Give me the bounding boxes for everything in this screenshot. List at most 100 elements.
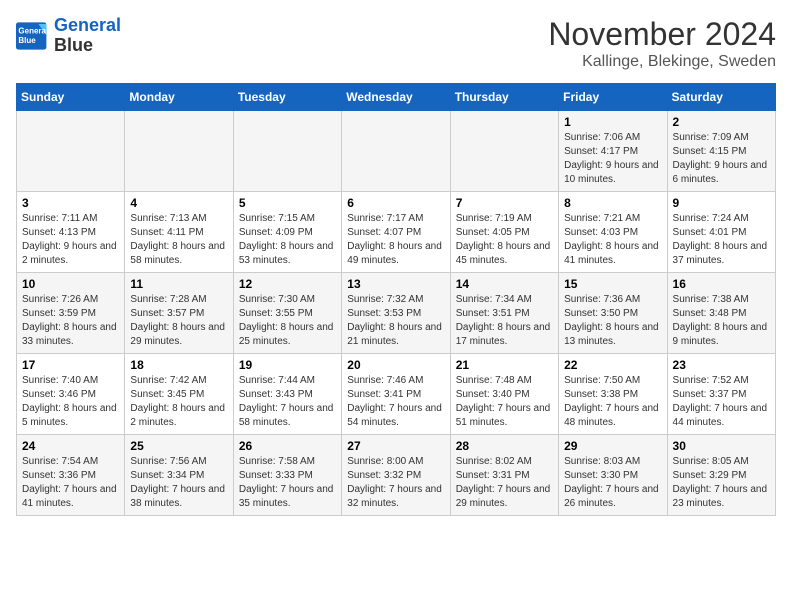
- day-number: 12: [239, 277, 336, 291]
- day-info: Sunrise: 7:52 AMSunset: 3:37 PMDaylight:…: [673, 374, 770, 430]
- day-number: 17: [22, 358, 119, 372]
- calendar-cell: 25 Sunrise: 7:56 AMSunset: 3:34 PMDayligh…: [125, 435, 233, 516]
- day-info: Sunrise: 7:30 AMSunset: 3:55 PMDaylight:…: [239, 293, 336, 349]
- calendar-cell: [125, 111, 233, 192]
- calendar-cell: 10 Sunrise: 7:26 AMSunset: 3:59 PMDayligh…: [17, 273, 125, 354]
- calendar-cell: 26 Sunrise: 7:58 AMSunset: 3:33 PMDayligh…: [233, 435, 341, 516]
- day-info: Sunrise: 7:09 AMSunset: 4:15 PMDaylight:…: [673, 131, 770, 187]
- day-info: Sunrise: 7:06 AMSunset: 4:17 PMDaylight:…: [564, 131, 661, 187]
- calendar-cell: 11 Sunrise: 7:28 AMSunset: 3:57 PMDayligh…: [125, 273, 233, 354]
- day-info: Sunrise: 7:28 AMSunset: 3:57 PMDaylight:…: [130, 293, 227, 349]
- calendar-cell: 15 Sunrise: 7:36 AMSunset: 3:50 PMDayligh…: [559, 273, 667, 354]
- day-info: Sunrise: 7:48 AMSunset: 3:40 PMDaylight:…: [456, 374, 553, 430]
- week-row-2: 3Sunrise: 7:11 AMSunset: 4:13 PMDaylight…: [17, 192, 776, 273]
- day-number: 6: [347, 196, 444, 210]
- weekday-wednesday: Wednesday: [342, 84, 450, 111]
- calendar-cell: 1 Sunrise: 7:06 AMSunset: 4:17 PMDaylight…: [559, 111, 667, 192]
- day-number: 4: [130, 196, 227, 210]
- day-info: Sunrise: 7:50 AMSunset: 3:38 PMDaylight:…: [564, 374, 661, 430]
- calendar-cell: 16Sunrise: 7:38 AMSunset: 3:48 PMDayligh…: [667, 273, 775, 354]
- weekday-saturday: Saturday: [667, 84, 775, 111]
- day-number: 2: [673, 115, 770, 129]
- day-number: 20: [347, 358, 444, 372]
- day-info: Sunrise: 7:46 AMSunset: 3:41 PMDaylight:…: [347, 374, 444, 430]
- calendar-cell: 22 Sunrise: 7:50 AMSunset: 3:38 PMDayligh…: [559, 354, 667, 435]
- weekday-thursday: Thursday: [450, 84, 558, 111]
- calendar-cell: 23 Sunrise: 7:52 AMSunset: 3:37 PMDayligh…: [667, 354, 775, 435]
- day-number: 22: [564, 358, 661, 372]
- day-number: 11: [130, 277, 227, 291]
- day-info: Sunrise: 7:56 AMSunset: 3:34 PMDaylight:…: [130, 455, 227, 511]
- day-info: Sunrise: 8:02 AMSunset: 3:31 PMDaylight:…: [456, 455, 553, 511]
- title-area: November 2024 Kallinge, Blekinge, Sweden: [548, 16, 776, 71]
- day-info: Sunrise: 7:58 AMSunset: 3:33 PMDaylight:…: [239, 455, 336, 511]
- calendar-cell: 21 Sunrise: 7:48 AMSunset: 3:40 PMDayligh…: [450, 354, 558, 435]
- calendar-cell: 4 Sunrise: 7:13 AMSunset: 4:11 PMDaylight…: [125, 192, 233, 273]
- day-number: 14: [456, 277, 553, 291]
- day-number: 24: [22, 439, 119, 453]
- day-number: 29: [564, 439, 661, 453]
- weekday-friday: Friday: [559, 84, 667, 111]
- day-number: 30: [673, 439, 770, 453]
- day-number: 26: [239, 439, 336, 453]
- location: Kallinge, Blekinge, Sweden: [548, 53, 776, 71]
- calendar-cell: 18Sunrise: 7:42 AMSunset: 3:45 PMDayligh…: [125, 354, 233, 435]
- calendar-cell: 20 Sunrise: 7:46 AMSunset: 3:41 PMDayligh…: [342, 354, 450, 435]
- month-title: November 2024: [548, 16, 776, 53]
- calendar-cell: 29 Sunrise: 8:03 AMSunset: 3:30 PMDayligh…: [559, 435, 667, 516]
- day-info: Sunrise: 8:03 AMSunset: 3:30 PMDaylight:…: [564, 455, 661, 511]
- day-info: Sunrise: 7:34 AMSunset: 3:51 PMDaylight:…: [456, 293, 553, 349]
- calendar-cell: 14 Sunrise: 7:34 AMSunset: 3:51 PMDayligh…: [450, 273, 558, 354]
- day-number: 9: [673, 196, 770, 210]
- day-info: Sunrise: 7:17 AMSunset: 4:07 PMDaylight:…: [347, 212, 444, 268]
- calendar-cell: [233, 111, 341, 192]
- day-info: Sunrise: 8:05 AMSunset: 3:29 PMDaylight:…: [673, 455, 770, 511]
- day-number: 5: [239, 196, 336, 210]
- calendar-cell: 6 Sunrise: 7:17 AMSunset: 4:07 PMDaylight…: [342, 192, 450, 273]
- day-number: 13: [347, 277, 444, 291]
- day-number: 27: [347, 439, 444, 453]
- day-info: Sunrise: 7:40 AMSunset: 3:46 PMDaylight:…: [22, 374, 119, 430]
- day-number: 19: [239, 358, 336, 372]
- day-number: 1: [564, 115, 661, 129]
- day-info: Sunrise: 7:19 AMSunset: 4:05 PMDaylight:…: [456, 212, 553, 268]
- day-info: Sunrise: 7:44 AMSunset: 3:43 PMDaylight:…: [239, 374, 336, 430]
- calendar-cell: 28Sunrise: 8:02 AMSunset: 3:31 PMDayligh…: [450, 435, 558, 516]
- day-number: 7: [456, 196, 553, 210]
- week-row-4: 17 Sunrise: 7:40 AMSunset: 3:46 PMDayligh…: [17, 354, 776, 435]
- calendar-cell: 12 Sunrise: 7:30 AMSunset: 3:55 PMDayligh…: [233, 273, 341, 354]
- calendar-cell: 30 Sunrise: 8:05 AMSunset: 3:29 PMDayligh…: [667, 435, 775, 516]
- weekday-header-row: SundayMondayTuesdayWednesdayThursdayFrid…: [17, 84, 776, 111]
- day-number: 23: [673, 358, 770, 372]
- calendar-cell: 19 Sunrise: 7:44 AMSunset: 3:43 PMDayligh…: [233, 354, 341, 435]
- weekday-monday: Monday: [125, 84, 233, 111]
- day-info: Sunrise: 7:11 AMSunset: 4:13 PMDaylight:…: [22, 212, 119, 268]
- day-number: 15: [564, 277, 661, 291]
- weekday-tuesday: Tuesday: [233, 84, 341, 111]
- week-row-5: 24Sunrise: 7:54 AMSunset: 3:36 PMDayligh…: [17, 435, 776, 516]
- week-row-3: 10 Sunrise: 7:26 AMSunset: 3:59 PMDayligh…: [17, 273, 776, 354]
- page-header: General Blue General Blue November 2024 …: [16, 16, 776, 71]
- day-info: Sunrise: 7:26 AMSunset: 3:59 PMDaylight:…: [22, 293, 119, 349]
- day-info: Sunrise: 7:13 AMSunset: 4:11 PMDaylight:…: [130, 212, 227, 268]
- calendar-cell: [342, 111, 450, 192]
- calendar-cell: 13Sunrise: 7:32 AMSunset: 3:53 PMDayligh…: [342, 273, 450, 354]
- logo: General Blue General Blue: [16, 16, 121, 56]
- day-info: Sunrise: 7:36 AMSunset: 3:50 PMDaylight:…: [564, 293, 661, 349]
- calendar-cell: [450, 111, 558, 192]
- weekday-sunday: Sunday: [17, 84, 125, 111]
- day-number: 21: [456, 358, 553, 372]
- day-info: Sunrise: 7:38 AMSunset: 3:48 PMDaylight:…: [673, 293, 770, 349]
- day-number: 8: [564, 196, 661, 210]
- calendar-cell: 3Sunrise: 7:11 AMSunset: 4:13 PMDaylight…: [17, 192, 125, 273]
- day-info: Sunrise: 7:24 AMSunset: 4:01 PMDaylight:…: [673, 212, 770, 268]
- day-number: 10: [22, 277, 119, 291]
- logo-icon: General Blue: [16, 22, 48, 50]
- calendar-body: 1 Sunrise: 7:06 AMSunset: 4:17 PMDaylight…: [17, 111, 776, 516]
- calendar-cell: 5Sunrise: 7:15 AMSunset: 4:09 PMDaylight…: [233, 192, 341, 273]
- day-info: Sunrise: 8:00 AMSunset: 3:32 PMDaylight:…: [347, 455, 444, 511]
- logo-text: General Blue: [54, 16, 121, 56]
- calendar-cell: 24Sunrise: 7:54 AMSunset: 3:36 PMDayligh…: [17, 435, 125, 516]
- day-info: Sunrise: 7:21 AMSunset: 4:03 PMDaylight:…: [564, 212, 661, 268]
- day-number: 25: [130, 439, 227, 453]
